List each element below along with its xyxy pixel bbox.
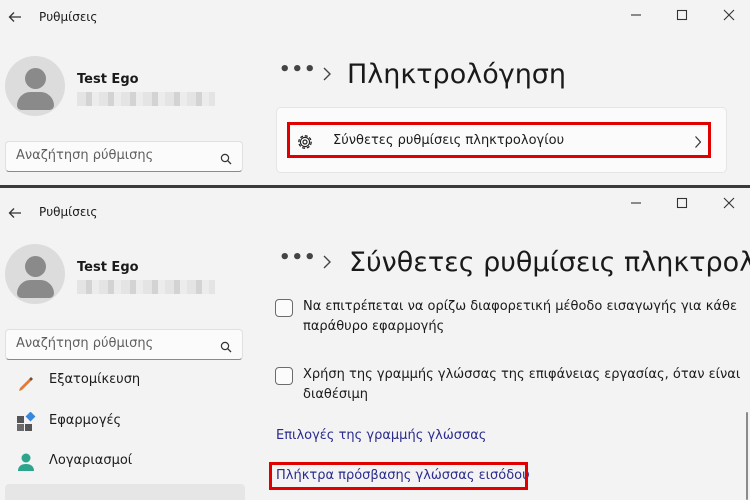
breadcrumb-more-icon[interactable]: ••• xyxy=(279,247,317,268)
user-name: Test Ego xyxy=(77,72,139,87)
page-title: Πληκτρολόγηση xyxy=(347,59,567,90)
title-bar: Ρυθμίσεις xyxy=(0,188,750,224)
scrollbar[interactable] xyxy=(746,412,748,500)
search-input[interactable] xyxy=(16,336,206,351)
sidebar-item-apps[interactable]: Εφαρμογές xyxy=(14,410,244,434)
checkbox-label: Να επιτρέπεται να ορίζω διαφορετική μέθο… xyxy=(303,299,737,334)
minimize-icon[interactable] xyxy=(624,193,648,213)
checkbox-label: Χρήση της γραμμής γλώσσας της επιφάνειας… xyxy=(303,367,741,402)
gear-icon xyxy=(295,132,315,156)
sidebar-item-label: Λογαριασμοί xyxy=(49,453,133,468)
chevron-right-icon xyxy=(694,134,702,153)
title-bar: Ρυθμίσεις xyxy=(0,0,750,36)
sidebar-item-label: Εξατομίκευση xyxy=(49,372,141,387)
search-box[interactable] xyxy=(5,329,243,360)
sidebar-item-accounts[interactable]: Λογαριασμοί xyxy=(14,450,244,474)
apps-icon xyxy=(16,411,36,432)
advanced-keyboard-settings-label: Σύνθετες ρυθμίσεις πληκτρολογίου xyxy=(333,133,565,148)
app-title: Ρυθμίσεις xyxy=(39,10,98,24)
blurred-email xyxy=(77,280,215,294)
sidebar-item-label: Εφαρμογές xyxy=(49,413,122,428)
maximize-icon[interactable] xyxy=(670,193,694,213)
sidebar-item-personalization[interactable]: Εξατομίκευση xyxy=(14,372,244,396)
avatar xyxy=(5,244,65,304)
language-bar-options-link[interactable]: Επιλογές της γραμμής γλώσσας xyxy=(276,428,486,443)
breadcrumb-more-icon[interactable]: ••• xyxy=(279,59,317,80)
account-icon xyxy=(16,452,36,472)
breadcrumb-chevron-icon xyxy=(322,254,332,273)
settings-window-bottom: Ρυθμίσεις Test Ego Εξατομίκευση Εφαρμογέ… xyxy=(0,188,750,500)
highlight-box xyxy=(269,462,528,490)
search-icon xyxy=(220,338,232,357)
settings-window-top: Ρυθμίσεις Test Ego ••• Πληκτρολόγηση Σύν… xyxy=(0,0,750,186)
avatar xyxy=(5,56,65,116)
close-icon[interactable] xyxy=(717,5,741,25)
blurred-email xyxy=(77,92,215,106)
page-title: Σύνθετες ρυθμίσεις πληκτρολ xyxy=(349,247,750,278)
back-arrow-icon[interactable] xyxy=(8,9,22,23)
back-arrow-icon[interactable] xyxy=(8,205,22,219)
minimize-icon[interactable] xyxy=(624,5,648,25)
sidebar-selected-item[interactable] xyxy=(5,484,245,500)
user-name: Test Ego xyxy=(77,260,139,275)
breadcrumb-chevron-icon xyxy=(322,66,332,85)
search-input[interactable] xyxy=(16,148,206,163)
search-icon xyxy=(220,150,232,169)
desktop-language-bar-checkbox[interactable] xyxy=(275,367,293,385)
per-app-input-method-checkbox[interactable] xyxy=(275,299,293,317)
advanced-keyboard-settings-item[interactable]: Σύνθετες ρυθμίσεις πληκτρολογίου xyxy=(287,122,711,158)
search-box[interactable] xyxy=(5,141,243,172)
app-title: Ρυθμίσεις xyxy=(39,205,98,219)
maximize-icon[interactable] xyxy=(670,5,694,25)
close-icon[interactable] xyxy=(717,193,741,213)
brush-icon xyxy=(16,374,36,394)
